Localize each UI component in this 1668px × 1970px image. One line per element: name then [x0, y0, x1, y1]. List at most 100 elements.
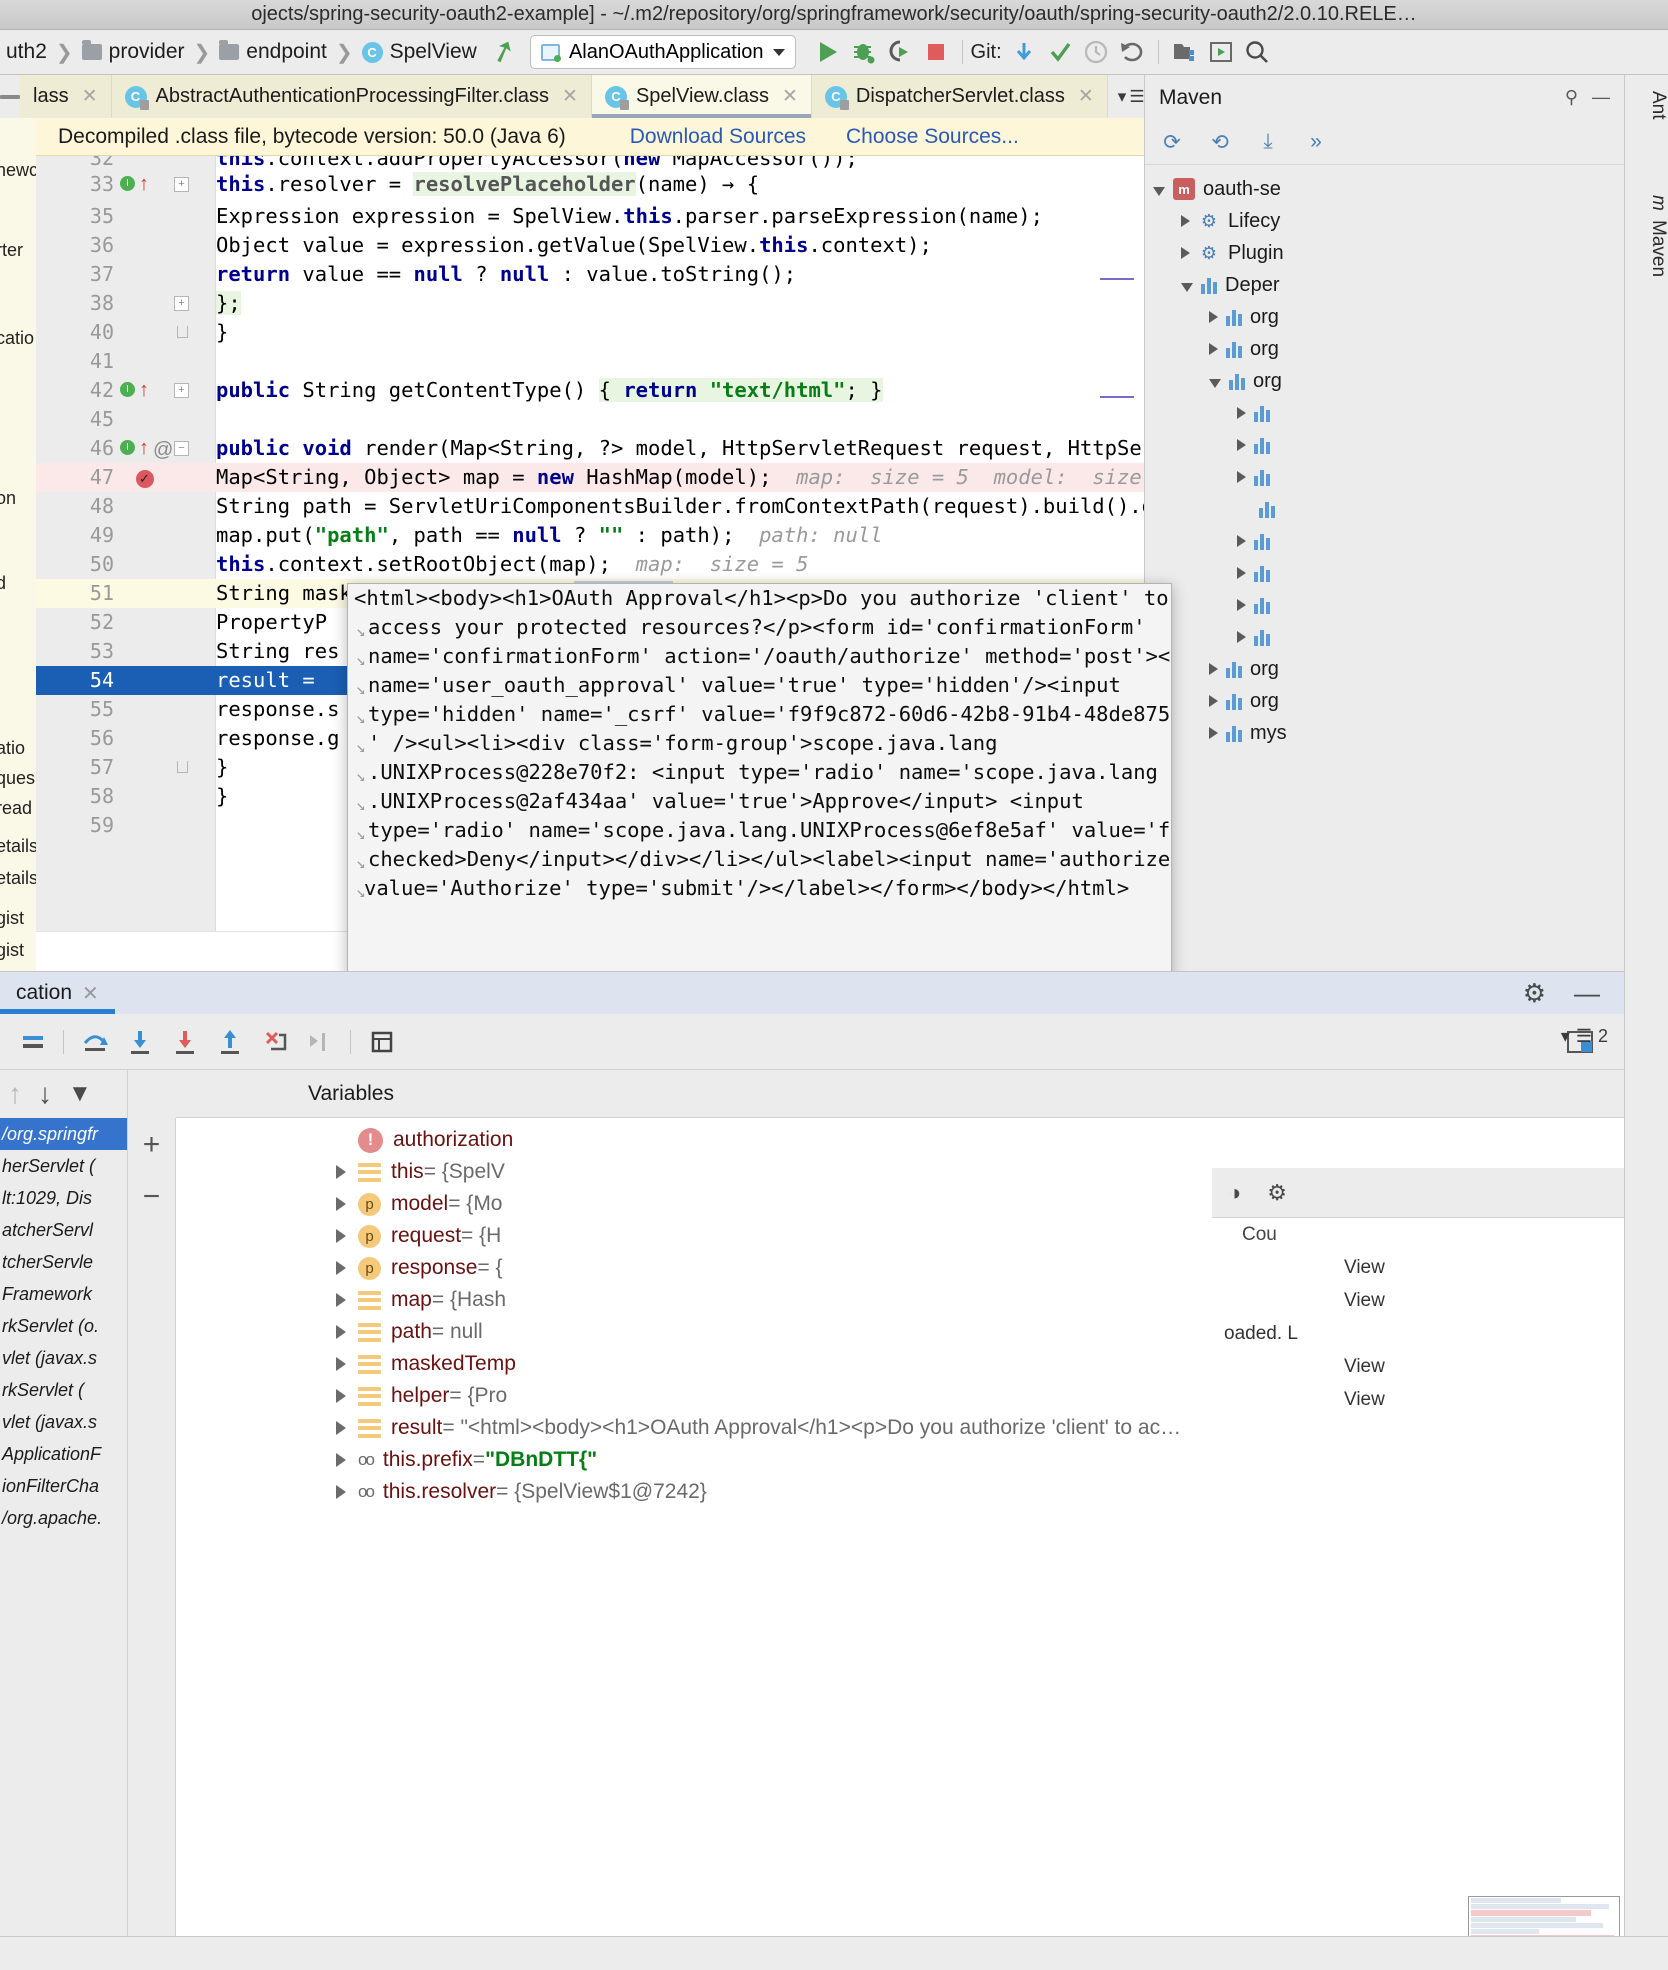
- project-structure-button[interactable]: [1167, 34, 1203, 70]
- twisty-closed-icon[interactable]: [336, 1229, 346, 1243]
- maven-tree-row[interactable]: org: [1145, 365, 1624, 397]
- frame-row[interactable]: Framework: [0, 1278, 127, 1310]
- settings-gear-icon[interactable]: ⚙: [1523, 978, 1546, 1009]
- hide-tabs-icon[interactable]: [0, 75, 20, 118]
- run-button[interactable]: [810, 34, 846, 70]
- maven-tool-window[interactable]: Maven ⚲ — ⟳ ⟲ ⤓ » m oauth-se ⚙ Lifecy ⚙ …: [1144, 75, 1624, 971]
- twisty-closed-icon[interactable]: [336, 1485, 346, 1499]
- twisty-closed-icon[interactable]: [336, 1389, 346, 1403]
- twisty-closed-icon[interactable]: [336, 1453, 346, 1467]
- twisty-closed-icon[interactable]: [1237, 631, 1246, 643]
- maven-tree-row[interactable]: [1145, 493, 1624, 525]
- drop-frame-icon[interactable]: [252, 1019, 297, 1064]
- debug-button[interactable]: [846, 34, 882, 70]
- add-watch-button[interactable]: +: [143, 1128, 161, 1162]
- console-column[interactable]: ◑ ⚙ Cou View View oaded. L View View: [1212, 1168, 1624, 1970]
- breadcrumb-item-provider[interactable]: provider: [76, 40, 191, 64]
- sort-down-icon[interactable]: ↓: [38, 1078, 52, 1110]
- twisty-closed-icon[interactable]: [1237, 599, 1246, 611]
- download-sources-link[interactable]: Download Sources: [630, 125, 806, 149]
- git-update-button[interactable]: [1006, 34, 1042, 70]
- maven-tree-row[interactable]: org: [1145, 653, 1624, 685]
- twisty-open-icon[interactable]: [1181, 282, 1193, 292]
- maven-tree-row[interactable]: [1145, 397, 1624, 429]
- run-with-coverage-button[interactable]: [882, 34, 918, 70]
- fold-plus-icon[interactable]: +: [174, 296, 189, 311]
- twisty-closed-icon[interactable]: [1209, 727, 1218, 739]
- editor-tab-dispatcherservlet[interactable]: C DispatcherServlet.class ✕: [811, 75, 1108, 118]
- generate-sources-icon[interactable]: ⟲: [1207, 129, 1233, 155]
- maven-tree-row[interactable]: ⚙ Lifecy: [1145, 205, 1624, 237]
- frame-row[interactable]: vlet (javax.s: [0, 1406, 127, 1438]
- debug-tabs-overflow[interactable]: ▾ ☰ 2: [1561, 1026, 1608, 1047]
- step-into-icon[interactable]: [117, 1019, 162, 1064]
- twisty-closed-icon[interactable]: [1237, 471, 1246, 483]
- breadcrumb-item-spelview[interactable]: C SpelView: [356, 40, 483, 64]
- maven-tree-row[interactable]: ⚙ Plugin: [1145, 237, 1624, 269]
- close-icon[interactable]: ✕: [562, 85, 578, 108]
- evaluate-expression-icon[interactable]: [359, 1019, 404, 1064]
- twisty-closed-icon[interactable]: [336, 1197, 346, 1211]
- show-execution-point-icon[interactable]: [10, 1019, 55, 1064]
- remove-watch-button[interactable]: −: [143, 1180, 161, 1214]
- editor-tab-partial[interactable]: lass ✕: [20, 75, 112, 118]
- twisty-closed-icon[interactable]: [336, 1165, 346, 1179]
- twisty-closed-icon[interactable]: [1209, 311, 1218, 323]
- frames-pane[interactable]: ↑ ↓ ▼ /org.springfr herServlet ( lt:1029…: [0, 1070, 128, 1970]
- fold-end-icon[interactable]: [177, 326, 188, 338]
- frame-row[interactable]: /org.apache.: [0, 1502, 127, 1534]
- search-everywhere-button[interactable]: [1239, 34, 1275, 70]
- breadcrumb-item-endpoint[interactable]: endpoint: [213, 40, 333, 64]
- stop-button[interactable]: [918, 34, 954, 70]
- maven-tree-row[interactable]: org: [1145, 333, 1624, 365]
- run-gutter-icon[interactable]: I: [120, 382, 135, 397]
- frame-row[interactable]: rkServlet (o.: [0, 1310, 127, 1342]
- frames-list[interactable]: /org.springfr herServlet ( lt:1029, Dis …: [0, 1118, 127, 1970]
- git-commit-button[interactable]: [1042, 34, 1078, 70]
- project-tool-window-sliver[interactable]: newc rter catio on d atio ques read etai…: [0, 118, 36, 971]
- breadcrumb-item-uth2[interactable]: uth2: [0, 40, 53, 64]
- hide-icon[interactable]: —: [1592, 87, 1610, 108]
- fold-minus-icon[interactable]: −: [174, 441, 189, 456]
- close-icon[interactable]: ✕: [82, 981, 99, 1006]
- maven-tree-row[interactable]: [1145, 589, 1624, 621]
- maven-tree-row[interactable]: org: [1145, 301, 1624, 333]
- close-icon[interactable]: ✕: [782, 85, 798, 108]
- step-over-icon[interactable]: [72, 1019, 117, 1064]
- more-icon[interactable]: »: [1303, 129, 1329, 155]
- breakpoint-icon[interactable]: [136, 464, 154, 493]
- run-to-cursor-icon[interactable]: [297, 1019, 342, 1064]
- frame-row[interactable]: atcherServl: [0, 1214, 127, 1246]
- run-gutter-icon[interactable]: I: [120, 176, 135, 191]
- frame-row[interactable]: ApplicationF: [0, 1438, 127, 1470]
- fold-plus-icon[interactable]: +: [174, 177, 189, 192]
- maven-tool-button[interactable]: Maven: [1625, 210, 1668, 287]
- maven-tree-row[interactable]: [1145, 557, 1624, 589]
- debug-tool-window[interactable]: cation ✕ ⚙ — ↑ ↓ ▼ /org.springfr herServ…: [0, 971, 1624, 1970]
- filter-icon[interactable]: ▼: [68, 1080, 92, 1108]
- run-gutter-icon[interactable]: I: [120, 440, 135, 455]
- twisty-closed-icon[interactable]: [336, 1421, 346, 1435]
- maven-tree-row[interactable]: m oauth-se: [1145, 173, 1624, 205]
- twisty-closed-icon[interactable]: [1237, 407, 1246, 419]
- twisty-open-icon[interactable]: [1153, 186, 1165, 196]
- maven-tree-row[interactable]: [1145, 461, 1624, 493]
- frame-row[interactable]: herServlet (: [0, 1150, 127, 1182]
- maven-tree-row[interactable]: [1145, 429, 1624, 461]
- step-out-icon[interactable]: [207, 1019, 252, 1064]
- twisty-closed-icon[interactable]: [1209, 663, 1218, 675]
- maven-tree-row[interactable]: [1145, 525, 1624, 557]
- debug-tab-application[interactable]: cation ✕: [0, 972, 115, 1014]
- git-rollback-button[interactable]: [1114, 34, 1150, 70]
- twisty-closed-icon[interactable]: [1209, 343, 1218, 355]
- maven-tree-row[interactable]: mys: [1145, 717, 1624, 749]
- run-configuration-selector[interactable]: AlanOAuthApplication: [529, 35, 796, 69]
- maven-projects-tree[interactable]: m oauth-se ⚙ Lifecy ⚙ Plugin Deper org o…: [1145, 165, 1624, 757]
- frame-row[interactable]: vlet (javax.s: [0, 1342, 127, 1374]
- force-step-into-icon[interactable]: [162, 1019, 207, 1064]
- git-history-button[interactable]: [1078, 34, 1114, 70]
- console-toggle-icon[interactable]: ◑: [1228, 1180, 1241, 1206]
- minimize-icon[interactable]: —: [1574, 978, 1600, 1009]
- frame-row[interactable]: tcherServle: [0, 1246, 127, 1278]
- twisty-open-icon[interactable]: [1209, 378, 1221, 388]
